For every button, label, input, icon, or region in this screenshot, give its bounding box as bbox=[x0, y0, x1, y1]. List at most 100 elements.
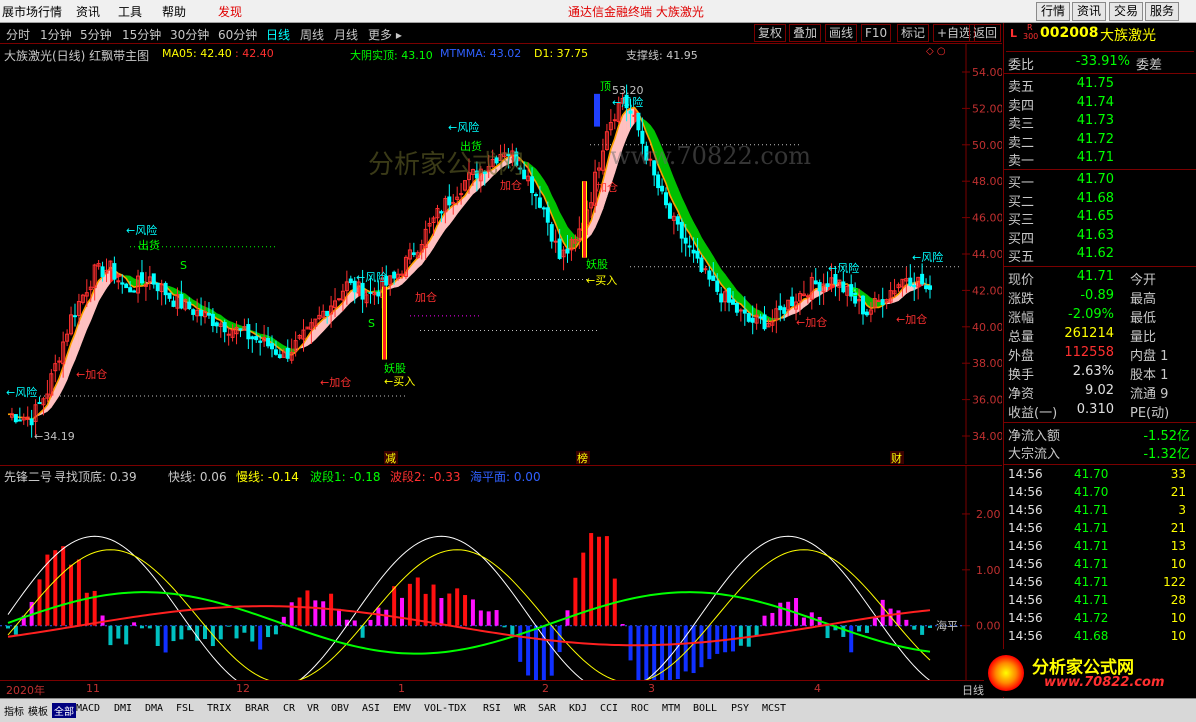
tab-emv[interactable]: EMV bbox=[393, 703, 411, 714]
signal-label: ←风险 bbox=[912, 250, 943, 264]
tab-vol-tdx[interactable]: VOL-TDX bbox=[424, 703, 466, 714]
tab-mtm[interactable]: MTM bbox=[662, 703, 680, 714]
period-15min[interactable]: 15分钟 bbox=[122, 26, 161, 43]
histogram-bar bbox=[912, 626, 916, 630]
btn-f10[interactable]: F10 bbox=[861, 24, 891, 42]
tick-row[interactable]: 14:5641.7121 bbox=[1006, 521, 1194, 539]
menu-tools[interactable]: 工具 bbox=[118, 3, 142, 20]
tab-macd[interactable]: MACD bbox=[76, 703, 100, 714]
tick-row[interactable]: 14:5641.7021 bbox=[1006, 485, 1194, 503]
tab-boll[interactable]: BOLL bbox=[693, 703, 717, 714]
btn-overlay[interactable]: 叠加 bbox=[789, 24, 821, 42]
watermark-cn: 分析家公式网 bbox=[368, 144, 524, 181]
btn-service[interactable]: 服务 bbox=[1145, 2, 1179, 21]
indicator-pane[interactable]: 先锋二号 寻找顶底: 0.39 快线: 0.06 慢线: -0.14 波段1: … bbox=[0, 465, 1002, 680]
tab-fsl[interactable]: FSL bbox=[176, 703, 194, 714]
candle-body bbox=[881, 300, 884, 305]
tick-list[interactable]: 14:5641.703314:5641.702114:5641.71314:56… bbox=[1004, 464, 1196, 675]
tick-row[interactable]: 14:5641.7128 bbox=[1006, 593, 1194, 611]
signal-label: ←风险 bbox=[6, 385, 37, 399]
candle-body bbox=[192, 310, 195, 315]
tab-obv[interactable]: OBV bbox=[331, 703, 349, 714]
btn-adjust[interactable]: 复权 bbox=[754, 24, 786, 42]
tick-time: 14:56 bbox=[1008, 539, 1043, 553]
candle-body bbox=[558, 239, 561, 258]
btn-draw[interactable]: 画线 bbox=[825, 24, 857, 42]
period-daily[interactable]: 日线 bbox=[266, 26, 290, 43]
tab-全部[interactable]: 全部 bbox=[52, 703, 76, 718]
tab-cci[interactable]: CCI bbox=[600, 703, 618, 714]
menu-info[interactable]: 资讯 bbox=[76, 3, 100, 20]
period-1min[interactable]: 1分钟 bbox=[40, 26, 72, 43]
candle-body bbox=[30, 419, 33, 425]
fast-line bbox=[8, 536, 930, 680]
candle-body bbox=[613, 120, 616, 121]
tab-dma[interactable]: DMA bbox=[145, 703, 163, 714]
period-60min[interactable]: 60分钟 bbox=[218, 26, 257, 43]
stat-row-value: 9.02 bbox=[1085, 383, 1114, 398]
indicator-chart[interactable]: 2.001.000.00海平 bbox=[0, 466, 1002, 680]
tab-psy[interactable]: PSY bbox=[731, 703, 749, 714]
tab-cr[interactable]: CR bbox=[283, 703, 295, 714]
y-tick-label: 42.00 bbox=[972, 284, 1002, 297]
candlestick-chart[interactable]: 54.0052.0050.0048.0046.0044.0042.0040.00… bbox=[0, 44, 1002, 464]
tab-指标[interactable]: 指标 bbox=[4, 703, 24, 718]
tick-row[interactable]: 14:5641.713 bbox=[1006, 503, 1194, 521]
stat-row-value: 112558 bbox=[1064, 345, 1114, 360]
btn-trade[interactable]: 交易 bbox=[1109, 2, 1143, 21]
candle-body bbox=[369, 292, 372, 293]
tick-row[interactable]: 14:5641.71122 bbox=[1006, 575, 1194, 593]
period-weekly[interactable]: 周线 bbox=[300, 26, 324, 43]
period-tick[interactable]: 分时 bbox=[6, 26, 30, 43]
menu-discover[interactable]: 发现 bbox=[218, 3, 242, 20]
tick-row[interactable]: 14:5641.6810 bbox=[1006, 629, 1194, 647]
tab-wr[interactable]: WR bbox=[514, 703, 526, 714]
period-5min[interactable]: 5分钟 bbox=[80, 26, 112, 43]
btn-news[interactable]: 资讯 bbox=[1072, 2, 1106, 21]
y-tick-label: 48.00 bbox=[972, 175, 1002, 188]
histogram-bar bbox=[526, 626, 530, 676]
tab-brar[interactable]: BRAR bbox=[245, 703, 269, 714]
candle-body bbox=[637, 113, 640, 130]
tab-模板[interactable]: 模板 bbox=[28, 703, 48, 718]
bid-row-label: 买五 bbox=[1008, 246, 1034, 265]
candle-body bbox=[684, 238, 687, 243]
tick-row[interactable]: 14:5641.7210 bbox=[1006, 611, 1194, 629]
menu-help[interactable]: 帮助 bbox=[162, 3, 186, 20]
tick-row[interactable]: 14:5641.7113 bbox=[1006, 539, 1194, 557]
tab-sar[interactable]: SAR bbox=[538, 703, 556, 714]
tick-time: 14:56 bbox=[1008, 611, 1043, 625]
tab-mcst[interactable]: MCST bbox=[762, 703, 786, 714]
btn-quote[interactable]: 行情 bbox=[1036, 2, 1070, 21]
main-chart-pane[interactable]: 大族激光(日线) 红飘带主图 MA05: 42.40 : 42.40 大阴实顶:… bbox=[0, 44, 1002, 464]
candle-body bbox=[629, 111, 632, 113]
logo-icon bbox=[988, 655, 1024, 691]
bid-row: 买一41.70 bbox=[1006, 172, 1194, 190]
candle-body bbox=[255, 337, 258, 340]
menu-market[interactable]: 展市场行情 bbox=[2, 3, 62, 20]
tab-vr[interactable]: VR bbox=[307, 703, 319, 714]
histogram-bar bbox=[274, 626, 278, 635]
stat-row-value: 261214 bbox=[1064, 326, 1114, 341]
tab-trix[interactable]: TRIX bbox=[207, 703, 231, 714]
period-monthly[interactable]: 月线 bbox=[334, 26, 358, 43]
tick-row[interactable]: 14:5641.7033 bbox=[1006, 467, 1194, 485]
tab-asi[interactable]: ASI bbox=[362, 703, 380, 714]
histogram-bar bbox=[298, 597, 302, 625]
btn-mark[interactable]: 标记 bbox=[897, 24, 929, 42]
period-more[interactable]: 更多 ▸ bbox=[368, 26, 402, 43]
tick-row[interactable]: 14:5641.7110 bbox=[1006, 557, 1194, 575]
histogram-bar bbox=[416, 577, 420, 625]
histogram-bar bbox=[368, 620, 372, 626]
histogram-bar bbox=[447, 594, 451, 626]
tab-kdj[interactable]: KDJ bbox=[569, 703, 587, 714]
tab-roc[interactable]: ROC bbox=[631, 703, 649, 714]
tab-rsi[interactable]: RSI bbox=[483, 703, 501, 714]
tab-dmi[interactable]: DMI bbox=[114, 703, 132, 714]
candle-body bbox=[554, 241, 557, 242]
candle-body bbox=[168, 293, 171, 298]
histogram-bar bbox=[148, 626, 152, 629]
period-30min[interactable]: 30分钟 bbox=[170, 26, 209, 43]
x-label-nov: 11 bbox=[86, 682, 100, 695]
btn-back[interactable]: 返回 bbox=[969, 24, 1001, 42]
